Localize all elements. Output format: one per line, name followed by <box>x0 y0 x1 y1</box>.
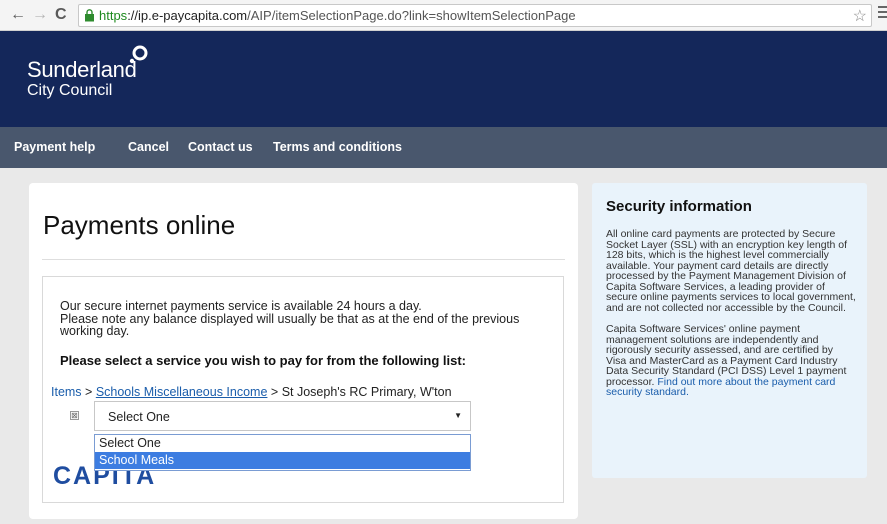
nav-terms[interactable]: Terms and conditions <box>273 140 402 154</box>
logo-line2: City Council <box>27 82 113 99</box>
lock-icon <box>85 9 94 22</box>
breadcrumb-items-link[interactable]: Items <box>51 385 82 399</box>
url-text[interactable]: https://ip.e-paycapita.com/AIP/itemSelec… <box>99 8 576 23</box>
nav-payment-help[interactable]: Payment help <box>14 140 95 154</box>
logo-line1: Sunderland <box>27 57 137 82</box>
main-panel: Payments online Our secure internet paym… <box>29 183 578 519</box>
expand-icon[interactable]: ⊠ <box>70 411 79 420</box>
security-info-panel: Security information All online card pay… <box>592 183 867 478</box>
security-title: Security information <box>606 198 752 215</box>
page-title: Payments online <box>43 210 236 240</box>
sunderland-logo[interactable]: Sunderland City Council <box>27 45 148 100</box>
logo-swirl-icon <box>129 45 148 64</box>
chevron-down-icon: ▼ <box>454 411 462 420</box>
intro-text: Our secure internet payments service is … <box>60 299 520 338</box>
title-divider <box>42 259 565 260</box>
back-icon[interactable]: ← <box>10 6 26 24</box>
service-select[interactable]: Select One ▼ <box>94 401 471 431</box>
main-nav: Payment help Cancel Contact us Terms and… <box>0 127 887 168</box>
security-body: All online card payments are protected b… <box>606 229 856 409</box>
browser-menu-icon[interactable] <box>878 6 887 19</box>
reload-icon[interactable]: C <box>55 6 67 24</box>
select-prompt: Please select a service you wish to pay … <box>60 353 467 368</box>
dropdown-option-school-meals[interactable]: School Meals <box>95 452 470 469</box>
bookmark-star-icon[interactable]: ☆ <box>853 6 867 26</box>
browser-toolbar: ← → C https://ip.e-paycapita.com/AIP/ite… <box>0 0 887 31</box>
breadcrumb-current: St Joseph's RC Primary, W'ton <box>281 385 452 399</box>
dropdown-option-select-one[interactable]: Select One <box>95 435 470 452</box>
forward-icon[interactable]: → <box>32 6 48 24</box>
select-value: Select One <box>108 410 170 424</box>
breadcrumb: Items > Schools Miscellaneous Income > S… <box>51 385 452 399</box>
site-header: Sunderland City Council <box>0 31 887 127</box>
nav-cancel[interactable]: Cancel <box>128 140 169 154</box>
service-selection-box: Our secure internet payments service is … <box>42 276 564 503</box>
address-bar[interactable]: https://ip.e-paycapita.com/AIP/itemSelec… <box>78 4 872 27</box>
service-dropdown-list: Select One School Meals <box>94 434 471 471</box>
nav-contact-us[interactable]: Contact us <box>188 140 253 154</box>
security-para-1: All online card payments are protected b… <box>606 228 856 314</box>
breadcrumb-category-link[interactable]: Schools Miscellaneous Income <box>96 385 268 399</box>
security-para-2: Capita Software Services' online payment… <box>606 323 847 398</box>
